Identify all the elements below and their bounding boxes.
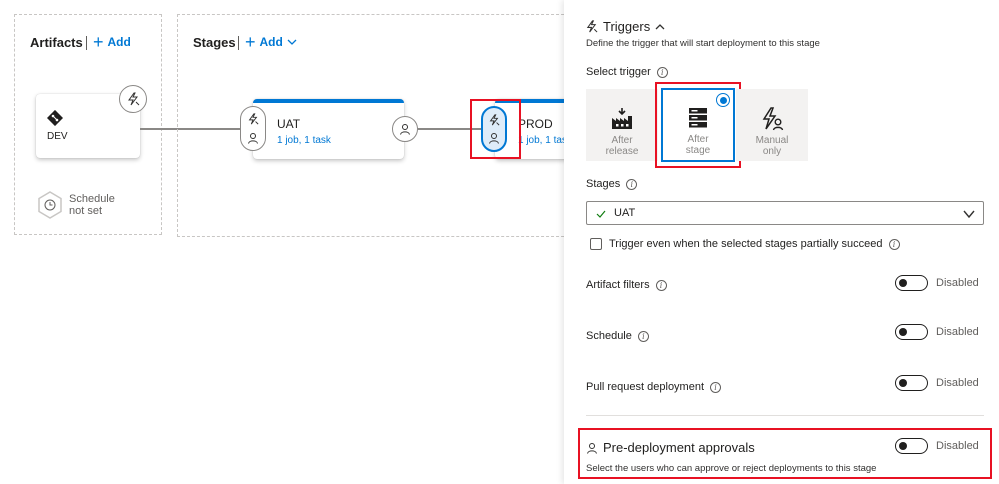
artifact-filters-text: Artifact filters bbox=[586, 279, 650, 291]
stage-name: PROD bbox=[518, 117, 553, 131]
schedule-indicator[interactable]: Schedule not set bbox=[37, 191, 157, 221]
partial-succeed-label: Trigger even when the selected stages pa… bbox=[609, 238, 900, 250]
schedule-state: Disabled bbox=[936, 326, 979, 338]
triggers-description: Define the trigger that will start deplo… bbox=[586, 38, 820, 49]
plus-icon: + bbox=[245, 32, 256, 52]
pre-deployment-highlight bbox=[578, 428, 992, 479]
manual-only-line1: Manual bbox=[755, 135, 789, 146]
manual-only-icon bbox=[762, 107, 784, 131]
pull-request-label: Pull request deployment i bbox=[586, 381, 722, 393]
stage-conditions-panel: Triggers Define the trigger that will st… bbox=[564, 0, 999, 484]
artifacts-separator bbox=[86, 36, 87, 50]
artifact-name: DEV bbox=[47, 131, 68, 142]
after-release-line2: release bbox=[605, 146, 639, 157]
stage-card-uat[interactable]: UAT 1 job, 1 task bbox=[253, 99, 404, 159]
uat-pre-deployment-conditions-button[interactable] bbox=[240, 106, 266, 151]
manual-only-line2: only bbox=[762, 146, 782, 157]
artifact-filters-label: Artifact filters i bbox=[586, 279, 667, 291]
schedule-toggle[interactable] bbox=[895, 324, 928, 340]
add-artifact-label: Add bbox=[107, 35, 131, 49]
person-icon bbox=[248, 132, 258, 144]
after-release-label: After release bbox=[606, 135, 639, 157]
info-icon[interactable]: i bbox=[710, 381, 722, 393]
artifact-filters-toggle[interactable] bbox=[895, 275, 928, 291]
toggle-knob bbox=[899, 379, 907, 387]
stages-field-label: Stages i bbox=[586, 178, 638, 190]
after-release-icon bbox=[612, 108, 632, 129]
toggle-knob bbox=[899, 279, 907, 287]
add-stage-button[interactable]: + Add bbox=[245, 33, 297, 51]
after-release-line1: After bbox=[611, 135, 633, 146]
stages-dropdown[interactable]: UAT bbox=[586, 201, 984, 225]
info-icon[interactable]: i bbox=[888, 238, 900, 250]
artifacts-title: Artifacts bbox=[30, 35, 83, 50]
schedule-text: Schedule bbox=[586, 330, 632, 342]
info-icon[interactable]: i bbox=[637, 330, 649, 342]
chevron-up-icon bbox=[655, 23, 665, 29]
lightning-icon bbox=[586, 20, 598, 33]
chevron-down-icon bbox=[287, 39, 297, 45]
git-icon bbox=[47, 110, 63, 126]
info-icon[interactable]: i bbox=[626, 178, 638, 190]
stages-separator bbox=[238, 36, 239, 50]
stage-name: UAT bbox=[277, 117, 301, 131]
checkmark-icon bbox=[596, 210, 606, 218]
person-icon bbox=[400, 124, 410, 135]
plus-icon: + bbox=[93, 32, 104, 52]
manual-only-label: Manual only bbox=[756, 135, 789, 157]
prod-conditions-highlight bbox=[470, 99, 521, 159]
lightning-icon bbox=[128, 92, 140, 106]
clock-hexagon-icon bbox=[38, 191, 62, 219]
toggle-knob bbox=[899, 328, 907, 336]
pull-request-text: Pull request deployment bbox=[586, 381, 705, 393]
stage-summary: 1 job, 1 task bbox=[277, 135, 331, 146]
schedule-line2: not set bbox=[69, 205, 103, 217]
chevron-down-icon bbox=[963, 210, 975, 219]
trigger-option-manual-only[interactable]: Manual only bbox=[736, 89, 808, 161]
section-divider bbox=[586, 415, 984, 416]
artifact-filters-state: Disabled bbox=[936, 277, 979, 289]
uat-post-deployment-conditions-button[interactable] bbox=[392, 116, 418, 142]
trigger-option-after-release[interactable]: After release bbox=[586, 89, 658, 161]
schedule-line1: Schedule bbox=[69, 193, 115, 205]
add-artifact-button[interactable]: + Add bbox=[93, 33, 131, 51]
pull-request-state: Disabled bbox=[936, 377, 979, 389]
after-stage-highlight bbox=[655, 82, 741, 168]
continuous-deployment-trigger-button[interactable] bbox=[119, 85, 147, 113]
select-trigger-text: Select trigger bbox=[586, 66, 651, 78]
stages-title: Stages bbox=[193, 35, 236, 50]
stages-dropdown-value: UAT bbox=[614, 207, 636, 219]
lightning-icon bbox=[248, 113, 259, 125]
partial-succeed-text: Trigger even when the selected stages pa… bbox=[609, 238, 883, 250]
triggers-title: Triggers bbox=[603, 19, 651, 34]
pull-request-toggle[interactable] bbox=[895, 375, 928, 391]
stages-field-text: Stages bbox=[586, 178, 621, 190]
triggers-header[interactable]: Triggers bbox=[585, 19, 665, 34]
info-icon[interactable]: i bbox=[656, 66, 668, 78]
info-icon[interactable]: i bbox=[655, 279, 667, 291]
select-trigger-label: Select trigger i bbox=[586, 66, 668, 78]
schedule-label: Schedule i bbox=[586, 330, 649, 342]
partial-succeed-checkbox[interactable] bbox=[590, 238, 602, 250]
add-stage-label: Add bbox=[259, 35, 283, 49]
